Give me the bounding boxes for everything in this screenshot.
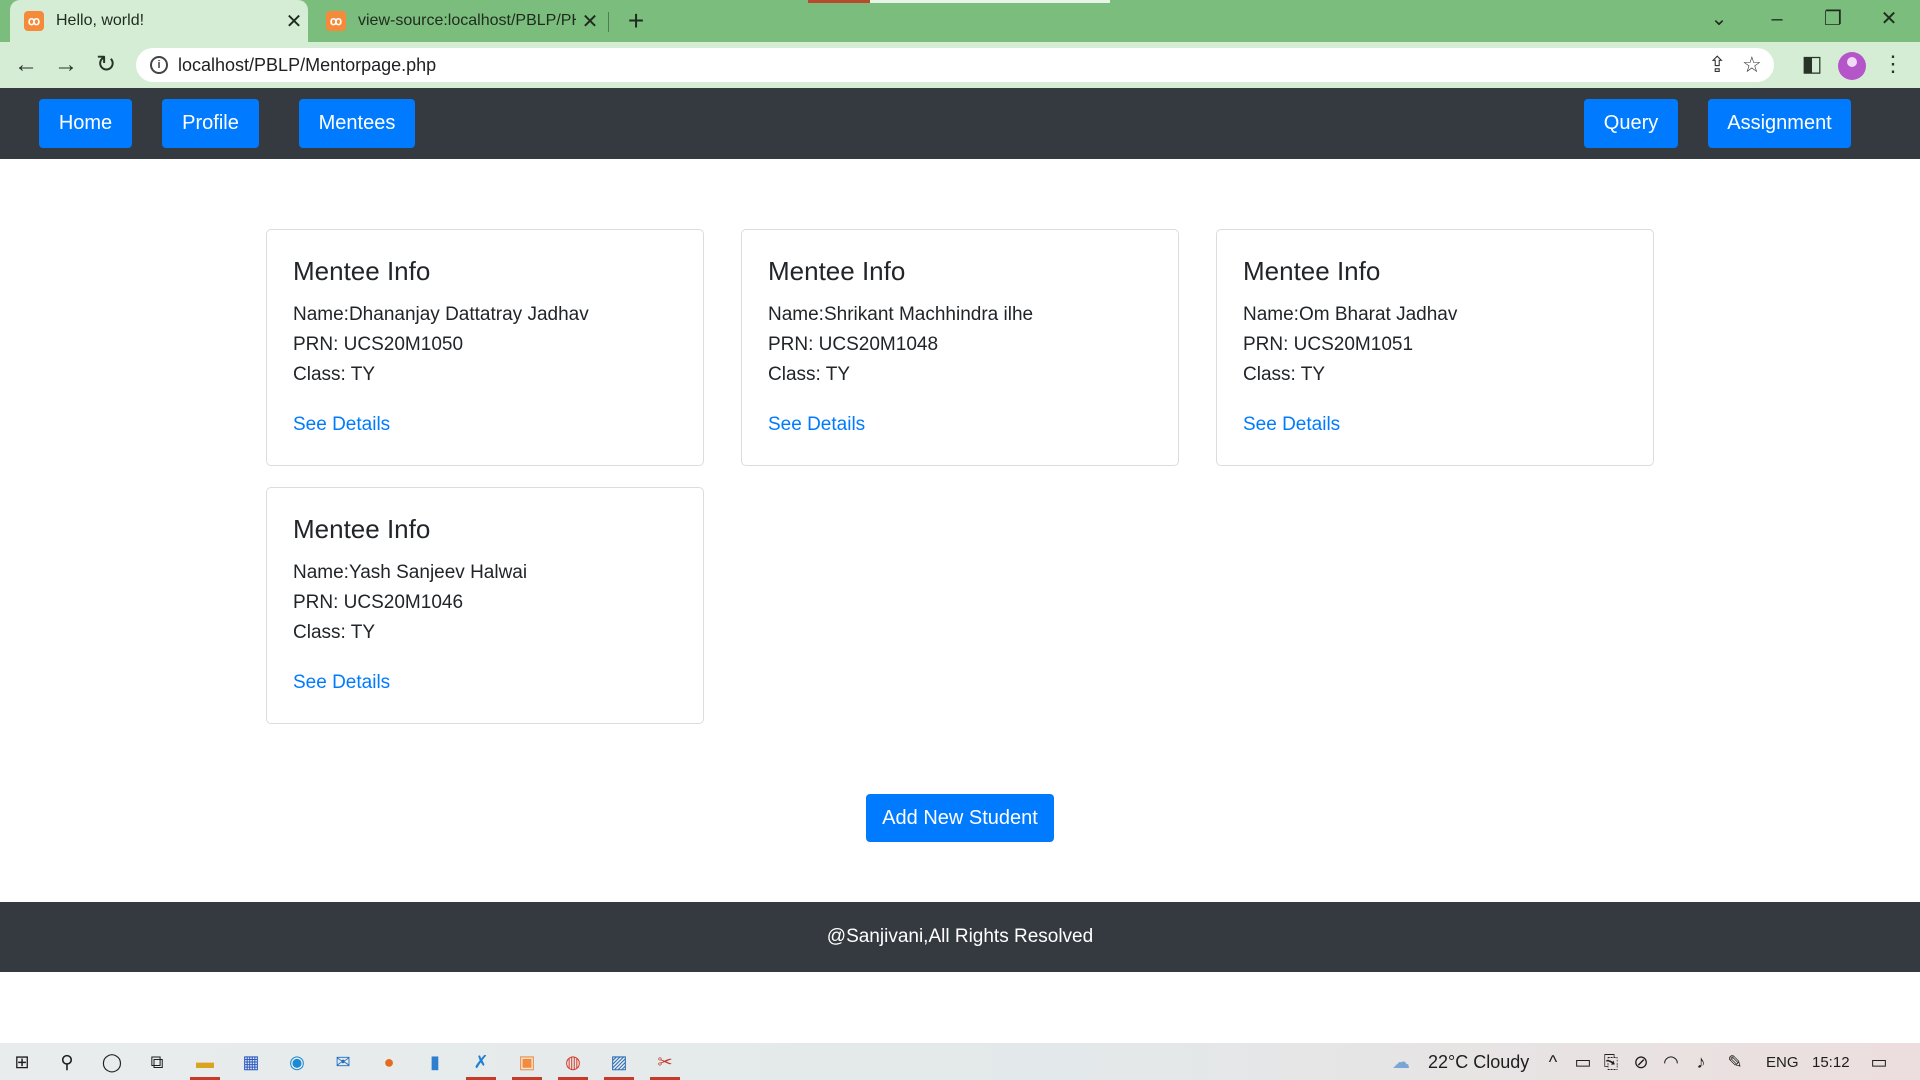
- side-panel-icon[interactable]: ◧: [1797, 50, 1827, 80]
- mentee-name: Name:Shrikant Machhindra ilhe: [768, 304, 1034, 325]
- card-title: Mentee Info: [293, 256, 431, 286]
- windows-taskbar: ⊞ ⚲ ◯ ⧉ ▬ ▦ ◉ ✉ ● ▮ ✗ ▣ ◍ ▨ ✂ ☁ 22°C Clo…: [0, 1043, 1920, 1080]
- weather-text[interactable]: 22°C Cloudy: [1428, 1052, 1529, 1073]
- see-details-link[interactable]: See Details: [293, 672, 390, 694]
- wifi-icon[interactable]: ◠: [1658, 1049, 1684, 1075]
- tab-close-icon[interactable]: ✕: [576, 9, 604, 34]
- mentee-card: Mentee Info Name:Shrikant Machhindra ilh…: [741, 229, 1179, 466]
- language-indicator[interactable]: ENG: [1766, 1054, 1799, 1071]
- card-title: Mentee Info: [768, 256, 906, 286]
- mentee-class: Class: TY: [293, 364, 376, 385]
- firefox-icon[interactable]: ●: [376, 1049, 402, 1075]
- mentee-card: Mentee Info Name:Dhananjay Dattatray Jad…: [266, 229, 704, 466]
- window-close-icon[interactable]: ✕: [1862, 0, 1916, 40]
- meet-now-icon[interactable]: ⎘: [1598, 1049, 1624, 1075]
- loading-indicator: [808, 0, 870, 3]
- minimize-icon[interactable]: –: [1750, 0, 1804, 40]
- bookmark-star-icon[interactable]: ☆: [1742, 52, 1762, 78]
- pen-icon[interactable]: ✎: [1722, 1049, 1748, 1075]
- mentee-name: Name:Om Bharat Jadhav: [1243, 304, 1458, 325]
- restore-icon[interactable]: ❐: [1806, 0, 1860, 40]
- page-footer: @Sanjivani,All Rights Resolved: [0, 902, 1920, 972]
- site-navbar: Home Profile Mentees Query Assignment: [0, 88, 1920, 159]
- battery-icon[interactable]: ▭: [1570, 1049, 1596, 1075]
- mentee-prn: PRN: UCS20M1048: [768, 334, 939, 355]
- nav-mentees-button[interactable]: Mentees: [299, 99, 415, 148]
- address-bar[interactable]: i localhost/PBLP/Mentorpage.php ⇪ ☆: [136, 48, 1774, 82]
- search-icon[interactable]: ⚲: [54, 1049, 80, 1075]
- tray-chevron-up-icon[interactable]: ^: [1540, 1049, 1566, 1075]
- new-tab-icon[interactable]: +: [620, 6, 652, 38]
- footer-text: @Sanjivani,All Rights Resolved: [826, 926, 1094, 947]
- reload-icon[interactable]: ↻: [88, 48, 124, 84]
- mentee-class: Class: TY: [768, 364, 851, 385]
- xampp-favicon-icon: ꝏ: [24, 11, 44, 31]
- browser-tab-strip: ꝏ Hello, world! ✕ ꝏ view-source:localhos…: [0, 0, 1920, 42]
- see-details-link[interactable]: See Details: [293, 414, 390, 436]
- mentee-prn: PRN: UCS20M1050: [293, 334, 464, 355]
- tab-close-icon[interactable]: ✕: [280, 9, 308, 34]
- clock-time[interactable]: 15:12: [1812, 1054, 1850, 1071]
- tab-title: view-source:localhost/PBLP/PHo: [358, 12, 576, 29]
- address-url[interactable]: localhost/PBLP/Mentorpage.php: [178, 55, 436, 76]
- vscode-icon[interactable]: ✗: [468, 1049, 494, 1075]
- mentee-prn: PRN: UCS20M1046: [293, 592, 464, 613]
- mentee-class: Class: TY: [293, 622, 376, 643]
- cloud-weather-icon[interactable]: ☁: [1388, 1049, 1414, 1075]
- mentee-class: Class: TY: [1243, 364, 1326, 385]
- browser-toolbar: ← → ↻ i localhost/PBLP/Mentorpage.php ⇪ …: [0, 42, 1920, 88]
- card-title: Mentee Info: [293, 514, 431, 544]
- nav-profile-button[interactable]: Profile: [162, 99, 259, 148]
- cortana-icon[interactable]: ◯: [99, 1049, 125, 1075]
- task-view-icon[interactable]: ⧉: [144, 1049, 170, 1075]
- profile-avatar[interactable]: [1838, 52, 1866, 80]
- mentee-prn: PRN: UCS20M1051: [1243, 334, 1414, 355]
- mentee-name: Name:Dhananjay Dattatray Jadhav: [293, 304, 589, 325]
- browser-menu-icon[interactable]: ⋮: [1878, 50, 1908, 80]
- snipping-tool-icon[interactable]: ✂: [652, 1049, 678, 1075]
- file-explorer-icon[interactable]: ▬: [192, 1049, 218, 1075]
- tab-title: Hello, world!: [56, 12, 145, 29]
- card-title: Mentee Info: [1243, 256, 1381, 286]
- site-info-icon[interactable]: i: [150, 56, 168, 74]
- photos-icon[interactable]: ▨: [606, 1049, 632, 1075]
- mentee-card: Mentee Info Name:Yash Sanjeev Halwai PRN…: [266, 487, 704, 724]
- see-details-link[interactable]: See Details: [768, 414, 865, 436]
- edge-icon[interactable]: ◉: [284, 1049, 310, 1075]
- tab-separator: [608, 12, 609, 32]
- xampp-icon[interactable]: ▣: [514, 1049, 540, 1075]
- browser-tab-inactive[interactable]: ꝏ view-source:localhost/PBLP/PHo ✕: [312, 0, 604, 42]
- browser-tab-active[interactable]: ꝏ Hello, world! ✕: [10, 0, 308, 42]
- see-details-link[interactable]: See Details: [1243, 414, 1340, 436]
- antivirus-icon[interactable]: ⊘: [1628, 1049, 1654, 1075]
- volume-icon[interactable]: ♪: [1688, 1049, 1714, 1075]
- xampp-favicon-icon: ꝏ: [326, 11, 346, 31]
- forward-arrow-icon[interactable]: →: [48, 48, 84, 84]
- share-icon[interactable]: ⇪: [1708, 52, 1726, 78]
- nav-home-button[interactable]: Home: [39, 99, 132, 148]
- loading-indicator-track: [870, 0, 1110, 3]
- store-icon[interactable]: ▦: [238, 1049, 264, 1075]
- chrome-icon[interactable]: ◍: [560, 1049, 586, 1075]
- add-new-student-button[interactable]: Add New Student: [866, 794, 1054, 842]
- notification-icon[interactable]: ▭: [1866, 1049, 1892, 1075]
- mentee-card: Mentee Info Name:Om Bharat Jadhav PRN: U…: [1216, 229, 1654, 466]
- mail-icon[interactable]: ✉: [330, 1049, 356, 1075]
- notepad-icon[interactable]: ▮: [422, 1049, 448, 1075]
- tab-search-chevron-icon[interactable]: ⌄: [1692, 0, 1746, 40]
- back-arrow-icon[interactable]: ←: [8, 48, 44, 84]
- mentee-name: Name:Yash Sanjeev Halwai: [293, 562, 528, 583]
- nav-query-button[interactable]: Query: [1584, 99, 1678, 148]
- nav-assignment-button[interactable]: Assignment: [1708, 99, 1851, 148]
- windows-start-icon[interactable]: ⊞: [9, 1049, 35, 1075]
